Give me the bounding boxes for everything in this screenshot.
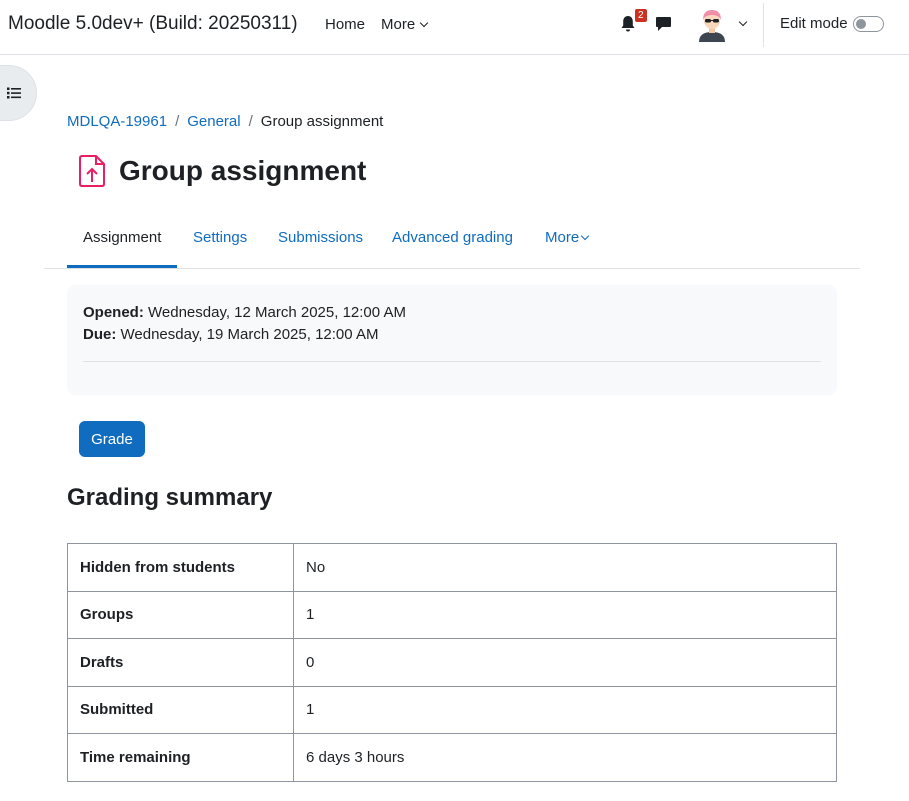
- edit-mode-label: Edit mode: [780, 15, 848, 32]
- nav-more-label: More: [381, 16, 416, 33]
- grading-summary-table: Hidden from students No Groups 1 Drafts …: [67, 543, 837, 782]
- row-key: Submitted: [67, 685, 294, 734]
- due-value: Wednesday, 19 March 2025, 12:00 AM: [116, 326, 379, 343]
- grade-button[interactable]: Grade: [79, 421, 145, 457]
- course-index-toggle-button[interactable]: [0, 65, 37, 121]
- row-key: Hidden from students: [67, 543, 294, 592]
- table-row: Drafts 0: [67, 638, 837, 687]
- row-key: Drafts: [67, 638, 294, 687]
- page-title: Group assignment: [119, 155, 367, 186]
- opened-label: Opened:: [83, 304, 144, 321]
- dates-divider: [83, 361, 821, 362]
- messages-icon[interactable]: [655, 16, 672, 32]
- row-value: 0: [293, 638, 837, 687]
- secondary-navigation: Assignment Settings Submissions Advanced…: [44, 216, 860, 269]
- chevron-down-icon: [580, 231, 590, 241]
- breadcrumb-separator: /: [175, 113, 180, 130]
- row-value: 1: [293, 685, 837, 734]
- table-row: Groups 1: [67, 590, 837, 639]
- toggle-knob: [856, 19, 866, 29]
- navbar-divider: [763, 3, 764, 47]
- breadcrumb: MDLQA-19961 / General / Group assignment: [67, 113, 383, 130]
- table-row: Submitted 1: [67, 685, 837, 734]
- activity-dates: Opened: Wednesday, 12 March 2025, 12:00 …: [67, 285, 837, 395]
- bell-icon[interactable]: [620, 15, 636, 33]
- tab-settings[interactable]: Settings: [193, 229, 247, 246]
- breadcrumb-current: Group assignment: [260, 113, 384, 130]
- tab-more[interactable]: More: [545, 229, 590, 246]
- breadcrumb-separator: /: [248, 113, 253, 130]
- grading-summary-heading: Grading summary: [67, 484, 273, 511]
- site-brand[interactable]: Moodle 5.0dev+ (Build: 20250311): [8, 13, 298, 35]
- table-row: Hidden from students No: [67, 543, 837, 592]
- chevron-down-icon: [419, 18, 429, 28]
- breadcrumb-course-link[interactable]: MDLQA-19961: [67, 113, 167, 130]
- tab-assignment[interactable]: Assignment: [83, 229, 161, 246]
- user-avatar[interactable]: [697, 8, 727, 42]
- assignment-upload-icon: [79, 155, 105, 187]
- notification-count-badge: 2: [635, 9, 647, 22]
- user-menu-chevron-icon[interactable]: [738, 17, 748, 27]
- table-row: Time remaining 6 days 3 hours: [67, 733, 837, 782]
- navbar: Moodle 5.0dev+ (Build: 20250311) Home Mo…: [0, 0, 909, 55]
- row-value: No: [293, 543, 837, 592]
- nav-more-menu[interactable]: More: [381, 16, 429, 33]
- tab-more-label: More: [545, 229, 580, 246]
- row-value: 6 days 3 hours: [293, 733, 837, 782]
- due-label: Due:: [83, 326, 117, 343]
- tab-submissions[interactable]: Submissions: [278, 229, 363, 246]
- row-key: Groups: [67, 590, 294, 639]
- opened-date: Opened: Wednesday, 12 March 2025, 12:00 …: [83, 304, 406, 321]
- edit-mode-toggle[interactable]: [853, 16, 884, 32]
- breadcrumb-section-link[interactable]: General: [187, 113, 240, 130]
- active-tab-indicator: [67, 265, 177, 268]
- nav-home-link[interactable]: Home: [325, 16, 365, 33]
- tab-advanced-grading[interactable]: Advanced grading: [392, 229, 513, 246]
- row-key: Time remaining: [67, 733, 294, 782]
- opened-value: Wednesday, 12 March 2025, 12:00 AM: [143, 304, 406, 321]
- list-icon: [7, 87, 21, 99]
- row-value: 1: [293, 590, 837, 639]
- due-date: Due: Wednesday, 19 March 2025, 12:00 AM: [83, 326, 378, 343]
